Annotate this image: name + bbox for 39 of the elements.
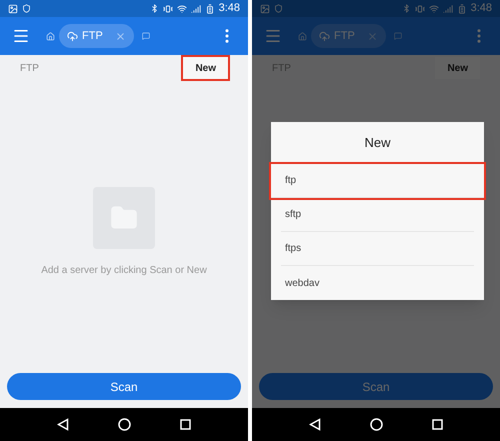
cloud-icon	[67, 30, 78, 42]
recents-icon[interactable]	[180, 419, 192, 430]
protocol-option[interactable]: sftp	[281, 198, 474, 232]
back-icon[interactable]	[56, 418, 69, 431]
empty-message: Add a server by clicking Scan or New	[41, 264, 207, 278]
menu-icon[interactable]	[264, 27, 282, 45]
dialog-title: New	[363, 134, 392, 152]
cloud-icon	[319, 30, 330, 42]
vibrate-icon	[162, 4, 173, 14]
tab-label: FTP	[334, 28, 355, 44]
path-label: FTP	[20, 62, 39, 76]
protocol-option[interactable]: webdav	[281, 266, 474, 300]
battery-icon	[204, 4, 215, 14]
protocol-option[interactable]: ftps	[281, 232, 474, 266]
bluetooth-icon	[402, 4, 411, 13]
wifi-icon	[428, 4, 439, 14]
image-icon	[260, 4, 270, 14]
image-icon	[8, 4, 18, 14]
signal-icon	[190, 4, 201, 14]
menu-icon[interactable]	[12, 27, 30, 45]
shield-icon	[274, 4, 283, 13]
tab-label: FTP	[82, 28, 103, 44]
wifi-icon	[176, 4, 187, 14]
battery-icon	[456, 4, 467, 14]
signal-icon	[442, 4, 453, 14]
back-icon[interactable]	[308, 418, 321, 431]
clock-time: 3:48	[470, 1, 492, 16]
shield-icon	[22, 4, 31, 13]
clock-time: 3:48	[218, 1, 240, 16]
new-button[interactable]: New	[183, 57, 228, 79]
protocol-option[interactable]: ftp	[271, 164, 484, 198]
home-circle-icon[interactable]	[370, 418, 383, 431]
home-icon[interactable]	[46, 32, 55, 40]
vibrate-icon	[414, 4, 425, 14]
scan-button[interactable]: Scan	[7, 373, 241, 400]
bluetooth-icon	[150, 4, 159, 13]
chat-icon[interactable]	[142, 32, 150, 40]
recents-icon[interactable]	[432, 419, 444, 430]
home-circle-icon[interactable]	[118, 418, 131, 431]
